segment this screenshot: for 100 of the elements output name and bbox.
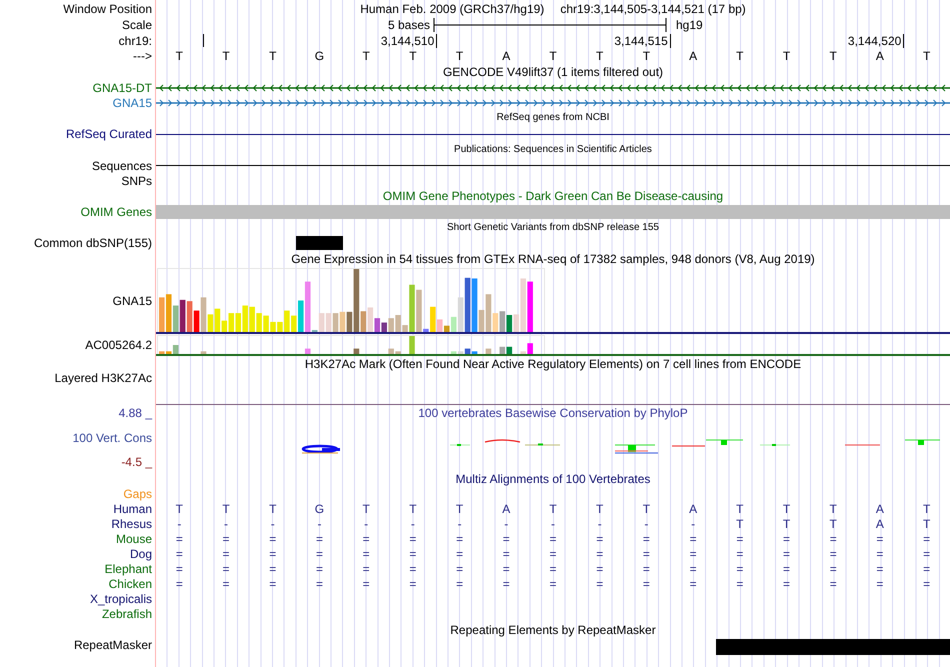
- base-letter: =: [642, 548, 650, 560]
- base-letter: T: [782, 502, 790, 514]
- track-title: Publications: Sequences in Scientific Articles: [454, 145, 652, 155]
- base-letter: =: [690, 562, 697, 574]
- base-letter: =: [549, 548, 556, 560]
- base-letter: =: [222, 548, 230, 560]
- base-letter: =: [783, 548, 790, 560]
- base-letter: =: [783, 562, 790, 574]
- base-letter: T: [269, 50, 276, 62]
- track-label: AC005264.2: [85, 339, 152, 351]
- base-letter: =: [596, 562, 604, 574]
- base-letter: T: [642, 50, 650, 62]
- scale-assembly: hg19: [676, 19, 703, 31]
- base-letter: =: [176, 548, 183, 560]
- base-letter: =: [736, 548, 744, 560]
- base-letter: =: [456, 578, 464, 590]
- base-letter: A: [689, 502, 698, 514]
- track-title: RefSeq genes from NCBI: [496, 113, 610, 123]
- base-letter: =: [316, 548, 323, 560]
- track-label: --->: [133, 50, 152, 62]
- track-label: SNPs: [121, 174, 152, 186]
- track-label: Common dbSNP(155): [34, 237, 152, 249]
- base-letter: -: [317, 518, 322, 530]
- species-label: Mouse: [116, 532, 152, 544]
- base-letter: A: [689, 50, 698, 62]
- species-label: Human: [113, 502, 152, 514]
- base-letter: =: [596, 532, 604, 544]
- base-letter: T: [222, 50, 230, 62]
- base-letter: =: [830, 562, 837, 574]
- base-letter: A: [876, 50, 884, 62]
- base-letter: A: [502, 502, 510, 514]
- base-letter: T: [176, 50, 184, 62]
- base-letter: =: [642, 532, 650, 544]
- base-letter: T: [362, 502, 370, 514]
- base-letter: G: [314, 502, 324, 514]
- base-letter: =: [362, 578, 370, 590]
- base-letter: =: [876, 532, 884, 544]
- track-label: GNA15: [112, 294, 152, 306]
- base-letter: T: [409, 502, 417, 514]
- base-letter: =: [316, 578, 323, 590]
- species-label: Zebrafish: [102, 608, 152, 620]
- base-letter: =: [409, 578, 416, 590]
- base-letter: =: [876, 562, 884, 574]
- species-label: Dog: [130, 548, 152, 560]
- base-letter: -: [550, 518, 555, 530]
- base-letter: A: [502, 50, 510, 62]
- base-letter: T: [409, 50, 417, 62]
- base-letter: =: [176, 562, 183, 574]
- base-letter: -: [224, 518, 228, 530]
- base-letter: =: [502, 532, 510, 544]
- base-letter: T: [830, 50, 837, 62]
- base-letter: A: [876, 518, 884, 530]
- base-letter: =: [690, 532, 697, 544]
- track-title: Short Genetic Variants from dbSNP release 155: [447, 222, 659, 232]
- base-letter: T: [176, 502, 184, 514]
- base-letter: =: [690, 578, 697, 590]
- track-label: 100 Vert. Cons: [72, 432, 152, 444]
- base-letter: -: [504, 518, 508, 530]
- position-title: chr19:3,144,505-3,144,521 (17 bp): [560, 2, 746, 14]
- base-letter: T: [456, 50, 464, 62]
- track-label: Scale: [122, 19, 152, 31]
- base-letter: T: [782, 518, 790, 530]
- ruler-label: 3,144,515: [614, 34, 671, 48]
- ruler-tick-icon: [202, 34, 204, 47]
- base-letter: =: [736, 578, 744, 590]
- axis-max-label: 4.88 _: [118, 407, 152, 419]
- species-label: Chicken: [108, 578, 152, 590]
- base-letter: =: [783, 578, 790, 590]
- track-title: OMIM Gene Phenotypes - Dark Green Can Be Disease-causing: [382, 190, 724, 202]
- base-letter: =: [549, 562, 556, 574]
- base-letter: =: [456, 562, 464, 574]
- base-letter: T: [830, 518, 837, 530]
- base-letter: T: [549, 50, 557, 62]
- base-letter: =: [269, 548, 276, 560]
- variant-block: [296, 236, 343, 250]
- track-title: 100 vertebrates Basewise Conservation by PhyloP: [418, 407, 688, 419]
- base-letter: T: [782, 50, 790, 62]
- scale-length: 5 bases: [388, 19, 430, 31]
- base-letter: =: [316, 562, 323, 574]
- base-letter: =: [456, 548, 464, 560]
- base-letter: T: [736, 50, 744, 62]
- base-letter: =: [409, 548, 416, 560]
- base-letter: =: [923, 578, 930, 590]
- base-letter: =: [876, 578, 884, 590]
- track-label: OMIM Genes: [80, 206, 152, 218]
- base-letter: T: [922, 502, 930, 514]
- base-letter: =: [269, 578, 276, 590]
- base-letter: T: [642, 502, 650, 514]
- track-title: Gene Expression in 54 tissues from GTEx RNA-seq of 17382 samples, 948 donors (V8, Aug 2019): [291, 253, 815, 265]
- base-letter: =: [596, 548, 604, 560]
- base-letter: -: [598, 518, 602, 530]
- base-letter: =: [830, 548, 837, 560]
- base-letter: A: [876, 502, 884, 514]
- track-title: H3K27Ac Mark (Often Found Near Active Regulatory Elements) on 7 cell lines from ENCODE: [304, 358, 802, 370]
- base-letter: -: [458, 518, 462, 530]
- base-letter: =: [409, 562, 416, 574]
- species-label: X_tropicalis: [90, 592, 152, 604]
- base-letter: =: [269, 532, 276, 544]
- species-label: Elephant: [104, 562, 152, 574]
- track-label: RepeatMasker: [74, 639, 152, 651]
